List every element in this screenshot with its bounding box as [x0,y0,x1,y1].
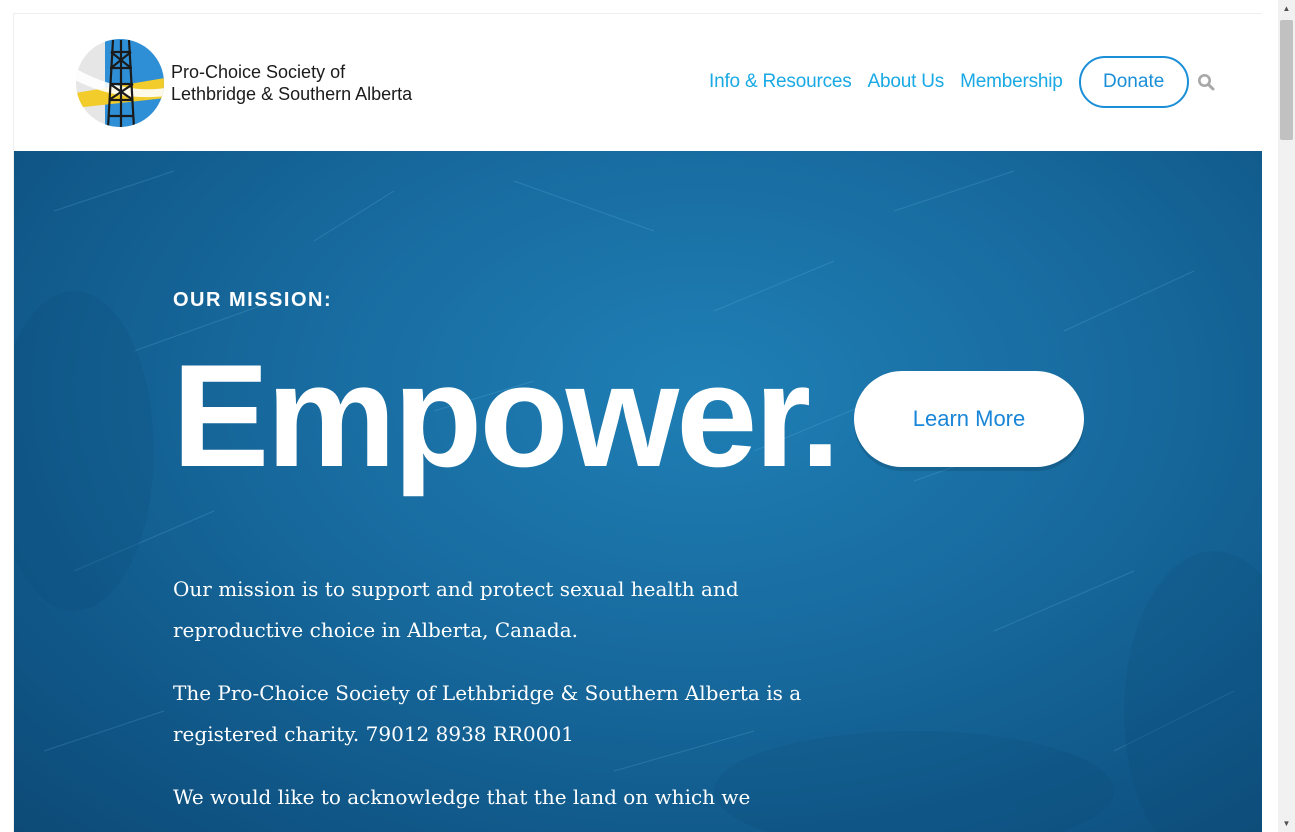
hero-section: OUR MISSION: Empower. Learn More Our mis… [14,151,1262,832]
learn-more-button[interactable]: Learn More [854,371,1084,467]
search-icon [1197,74,1215,91]
vertical-scrollbar[interactable]: ▲ ▼ [1278,0,1295,832]
site-header: Pro-Choice Society of Lethbridge & South… [14,14,1262,151]
nav-info-resources[interactable]: Info & Resources [709,71,852,93]
charity-paragraph: The Pro-Choice Society of Lethbridge & S… [173,681,802,746]
hero-headline: Empower. [172,334,841,497]
logo-line-1: Pro-Choice Society of [171,62,346,82]
mission-body: Our mission is to support and protect se… [173,569,833,832]
page: Pro-Choice Society of Lethbridge & South… [13,13,1262,832]
land-acknowledgement-paragraph: We would like to acknowledge that the la… [173,785,751,809]
logo-line-2: Lethbridge & Southern Alberta [171,84,413,104]
logo-icon [76,39,164,127]
search-button[interactable] [1195,71,1217,93]
donate-button[interactable]: Donate [1078,56,1189,108]
mission-eyebrow: OUR MISSION: [173,289,333,311]
site-logo-link[interactable]: Pro-Choice Society of Lethbridge & South… [75,38,412,128]
logo-text: Pro-Choice Society of Lethbridge & South… [171,61,412,105]
scroll-down-arrow-icon[interactable]: ▼ [1278,815,1295,832]
nav-membership[interactable]: Membership [960,71,1063,93]
scroll-up-arrow-icon[interactable]: ▲ [1278,0,1295,17]
mission-paragraph: Our mission is to support and protect se… [173,577,739,642]
main-nav: Info & Resources About Us Membership Don… [709,56,1217,108]
scrollbar-thumb[interactable] [1280,20,1293,140]
nav-about-us[interactable]: About Us [868,71,945,93]
